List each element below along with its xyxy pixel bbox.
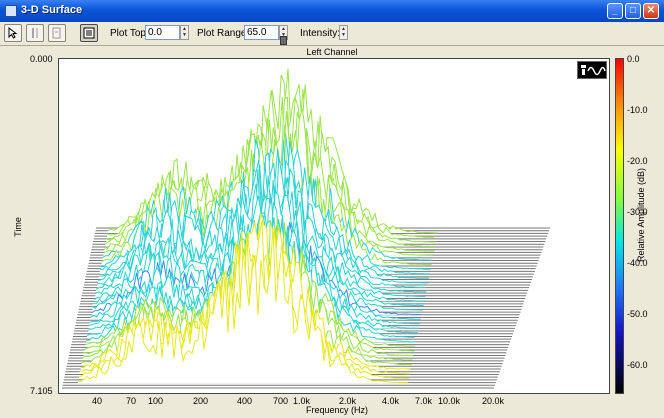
waveform-display-icon[interactable] [577, 61, 607, 79]
readout-tool-icon [52, 27, 61, 39]
cursor-tool-button[interactable] [26, 24, 44, 42]
colorbar-tick-label: -50.0 [627, 309, 648, 319]
plot-range-label: Plot Range: [197, 28, 250, 39]
surface-plot[interactable] [58, 58, 610, 394]
close-button[interactable]: ✕ [643, 3, 659, 19]
spin-down-icon[interactable]: ▼ [181, 32, 188, 38]
x-tick-label: 20.0k [482, 396, 505, 406]
plot-range-slider-thumb[interactable] [280, 36, 287, 45]
intensity-label: Intensity: [300, 28, 341, 39]
colorbar-tick-label: -20.0 [627, 156, 648, 166]
maximize-button[interactable]: □ [625, 3, 641, 19]
x-tick-label: 70 [126, 396, 137, 406]
x-tick-label: 200 [193, 396, 209, 406]
pointer-tool-button[interactable] [4, 24, 22, 42]
window-titlebar[interactable]: 3-D Surface _ □ ✕ [0, 0, 664, 22]
readout-tool-button[interactable] [48, 24, 66, 42]
window-title: 3-D Surface [21, 4, 83, 16]
x-tick-label: 100 [148, 396, 164, 406]
colorbar-title: Relative Amplitude (dB) [636, 167, 647, 263]
display-options-icon [83, 27, 95, 39]
cursor-tool-icon [32, 28, 38, 38]
colorbar-tick-label: -60.0 [627, 360, 648, 370]
colorbar-tick-label: -10.0 [627, 105, 648, 115]
x-axis-title: Frequency (Hz) [306, 405, 369, 415]
plot-top-spinner[interactable]: ▲ ▼ [180, 25, 189, 40]
app-icon [5, 5, 17, 17]
x-tick-label: 40 [92, 396, 103, 406]
plot-range-input[interactable]: 65.0 [244, 25, 279, 40]
channel-title: Left Channel [306, 47, 358, 57]
y-axis-bottom-label: 7.105 [30, 386, 53, 396]
x-tick-label: 7.0k [415, 396, 433, 406]
spin-down-icon[interactable]: ▼ [340, 32, 347, 38]
intensity-spinner[interactable]: ▲ ▼ [339, 25, 348, 40]
plot-top-label: Plot Top: [110, 28, 149, 39]
y-axis-top-label: 0.000 [30, 54, 53, 64]
amplitude-colorbar [615, 58, 624, 394]
x-tick-label: 10.0k [438, 396, 461, 406]
x-tick-label: 4.0k [382, 396, 400, 406]
display-options-button[interactable] [80, 24, 98, 42]
x-tick-label: 400 [237, 396, 253, 406]
pointer-tool-icon [8, 27, 18, 39]
y-axis-title: Time [12, 217, 23, 237]
plot-top-input[interactable]: 0.0 [145, 25, 180, 40]
minimize-button[interactable]: _ [607, 3, 623, 19]
colorbar-tick-label: 0.0 [627, 54, 640, 64]
toolbar: Plot Top: 0.0 ▲ ▼ Plot Range: 65.0 ▲ ▼ I… [0, 22, 664, 46]
x-tick-label: 700 [273, 396, 289, 406]
